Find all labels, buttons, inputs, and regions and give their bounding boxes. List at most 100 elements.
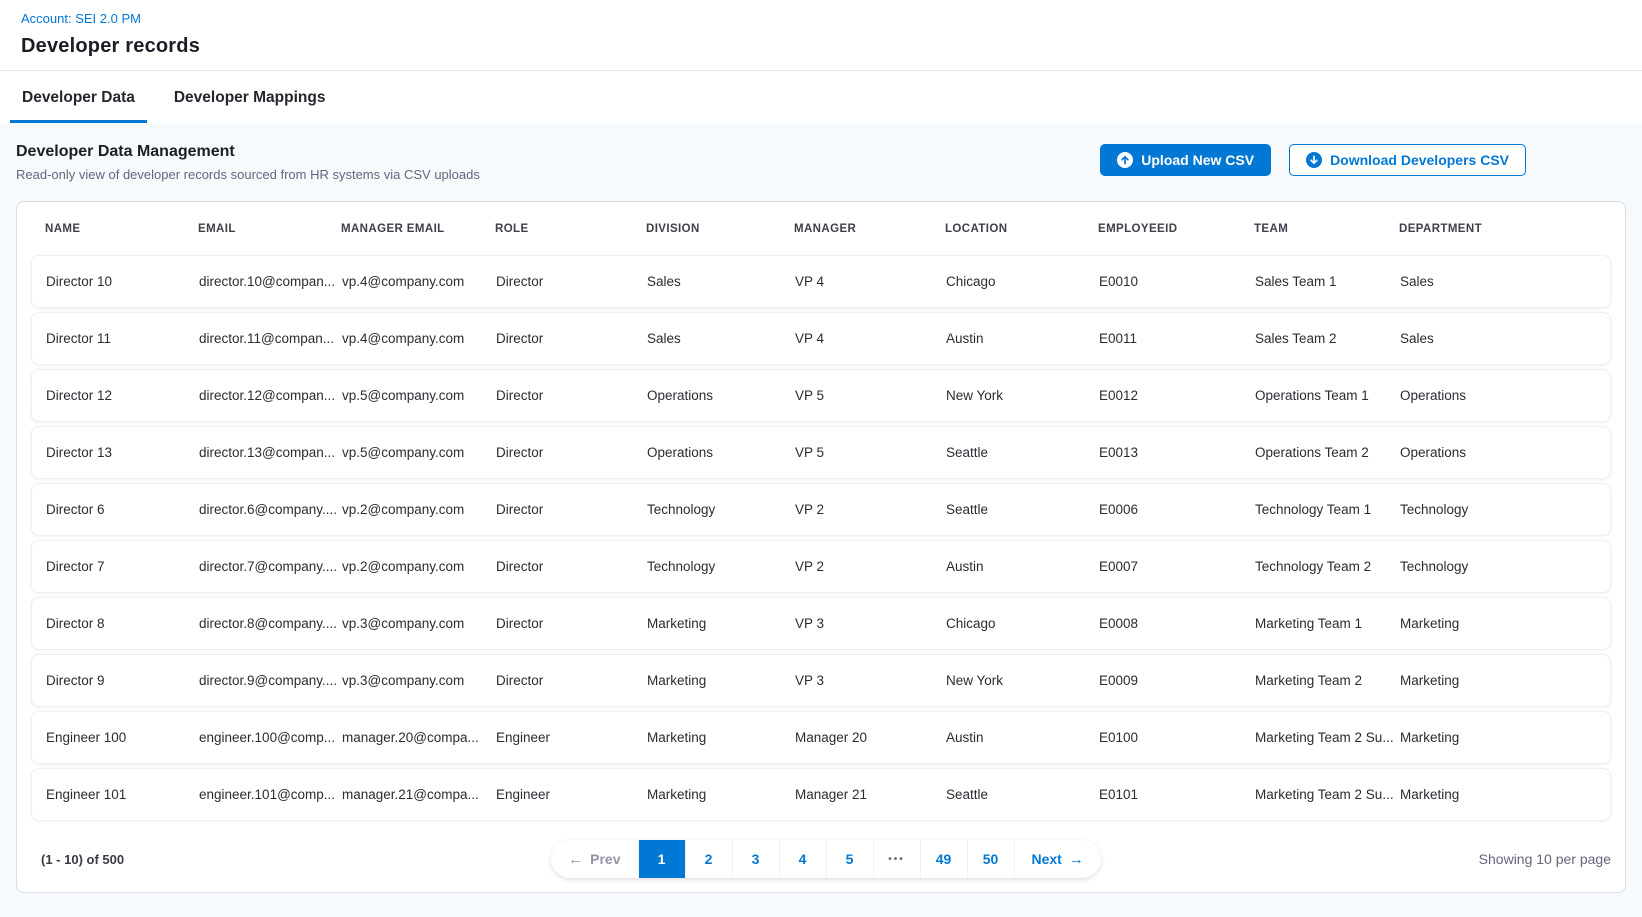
prev-page-button[interactable]: ← Prev [551,840,637,878]
cell-location: Chicago [946,274,1099,289]
cell-team: Marketing Team 2 [1255,673,1400,688]
cell-name: Director 13 [46,445,199,460]
table-footer: (1 - 10) of 500 ←Prev12345•••4950Next→ S… [17,825,1625,892]
cell-employeeid: E0011 [1099,331,1255,346]
cell-division: Marketing [647,787,795,802]
table-row: Director 10director.10@compan...vp.4@com… [31,255,1611,308]
cell-email: director.6@company.... [199,502,342,517]
cell-role: Director [496,502,647,517]
cell-location: Seattle [946,445,1099,460]
cell-email: engineer.100@comp... [199,730,342,745]
cell-division: Technology [647,502,795,517]
page-button-5[interactable]: 5 [826,840,873,878]
next-label: Next [1032,851,1062,867]
cell-division: Sales [647,274,795,289]
page-button-1[interactable]: 1 [638,840,685,878]
cell-location: New York [946,388,1099,403]
cell-role: Engineer [496,787,647,802]
table-row: Director 11director.11@compan...vp.4@com… [31,312,1611,365]
cell-manager: VP 5 [795,445,946,460]
section-title: Developer Data Management [16,143,480,161]
cell-name: Director 7 [46,559,199,574]
cell-division: Technology [647,559,795,574]
cell-email: director.8@company.... [199,616,342,631]
cell-team: Operations Team 1 [1255,388,1400,403]
cell-division: Marketing [647,616,795,631]
cell-employeeid: E0009 [1099,673,1255,688]
cell-name: Director 9 [46,673,199,688]
page-button-50[interactable]: 50 [967,840,1014,878]
column-header-team: Team [1254,223,1399,235]
cell-employeeid: E0013 [1099,445,1255,460]
cell-manager: VP 3 [795,673,946,688]
cell-department: Technology [1400,502,1596,517]
column-header-manager: Manager [794,223,945,235]
circle-arrow-up-icon [1117,152,1133,168]
cell-department: Marketing [1400,787,1596,802]
cell-employeeid: E0010 [1099,274,1255,289]
cell-department: Marketing [1400,730,1596,745]
footer-right: Showing 10 per page [1101,851,1611,867]
cell-division: Marketing [647,673,795,688]
cell-manager: Manager 21 [795,787,946,802]
cell-location: Seattle [946,502,1099,517]
next-page-button[interactable]: Next→ [1014,840,1101,878]
per-page-label: Showing 10 per page [1479,851,1611,867]
table-row: Engineer 101engineer.101@comp...manager.… [31,768,1611,821]
cell-manager: VP 3 [795,616,946,631]
upload-new-csv-button[interactable]: Upload New CSV [1100,144,1271,176]
cell-manager-email: vp.5@company.com [342,445,496,460]
cell-manager: VP 4 [795,274,946,289]
cell-role: Director [496,331,647,346]
cell-name: Director 11 [46,331,199,346]
download-developers-csv-button[interactable]: Download Developers CSV [1289,144,1526,176]
table-row: Director 6director.6@company....vp.2@com… [31,483,1611,536]
circle-arrow-down-icon [1306,152,1322,168]
cell-location: Austin [946,331,1099,346]
cell-manager: VP 2 [795,559,946,574]
column-header-division: Division [646,223,794,235]
cell-manager: VP 4 [795,331,946,346]
footer-left: (1 - 10) of 500 [41,852,551,867]
download-button-label: Download Developers CSV [1330,152,1509,168]
cell-division: Operations [647,445,795,460]
page-button-4[interactable]: 4 [779,840,826,878]
tab-developer-data[interactable]: Developer Data [10,71,147,123]
developer-data-table: NameEmailManager EmailRoleDivisionManage… [16,201,1626,893]
cell-employeeid: E0006 [1099,502,1255,517]
page-button-3[interactable]: 3 [732,840,779,878]
column-header-manager-email: Manager Email [341,223,495,235]
cell-role: Engineer [496,730,647,745]
cell-email: director.12@compan... [199,388,342,403]
cell-team: Sales Team 2 [1255,331,1400,346]
column-header-department: Department [1399,223,1597,235]
table-row: Director 12director.12@compan...vp.5@com… [31,369,1611,422]
cell-manager-email: vp.5@company.com [342,388,496,403]
cell-employeeid: E0100 [1099,730,1255,745]
cell-team: Marketing Team 1 [1255,616,1400,631]
page-header: Account: SEI 2.0 PM Developer records [0,0,1642,70]
column-header-name: Name [45,223,198,235]
prev-label: Prev [590,851,620,867]
column-header-employeeid: EmployeeId [1098,223,1254,235]
cell-manager-email: vp.2@company.com [342,502,496,517]
column-header-role: Role [495,223,646,235]
cell-department: Sales [1400,331,1596,346]
cell-employeeid: E0008 [1099,616,1255,631]
cell-role: Director [496,673,647,688]
table-row: Director 8director.8@company....vp.3@com… [31,597,1611,650]
arrow-left-icon: ← [568,852,583,867]
tab-developer-mappings[interactable]: Developer Mappings [162,71,338,123]
cell-department: Operations [1400,445,1596,460]
cell-email: director.13@compan... [199,445,342,460]
column-header-email: Email [198,223,341,235]
account-breadcrumb-link[interactable]: Account: SEI 2.0 PM [21,11,141,26]
cell-name: Engineer 101 [46,787,199,802]
cell-location: Seattle [946,787,1099,802]
cell-role: Director [496,388,647,403]
table-row: Director 13director.13@compan...vp.5@com… [31,426,1611,479]
page-button-2[interactable]: 2 [685,840,732,878]
table-header-row: NameEmailManager EmailRoleDivisionManage… [17,202,1625,255]
page-button-49[interactable]: 49 [920,840,967,878]
cell-location: New York [946,673,1099,688]
